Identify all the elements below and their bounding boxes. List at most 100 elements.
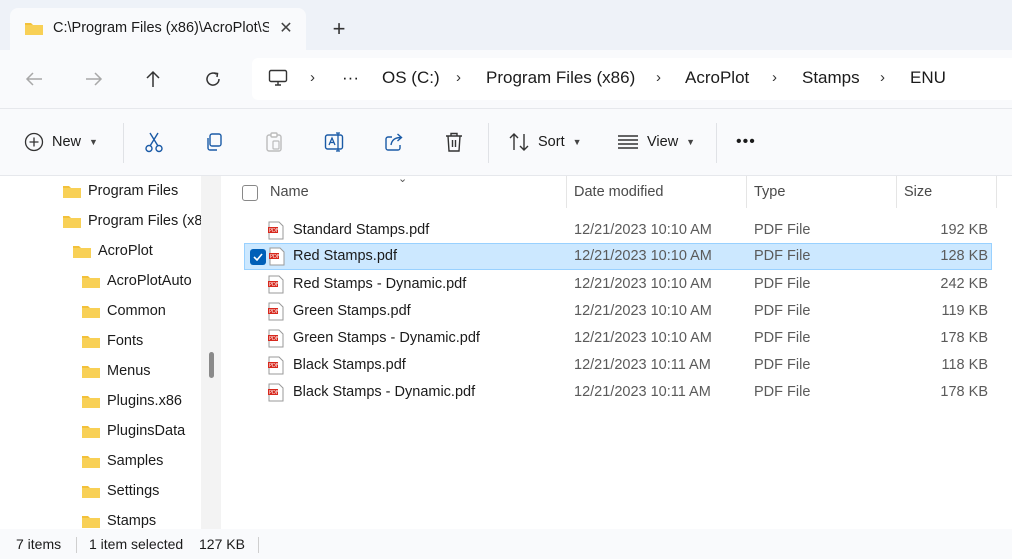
- folder-icon: [82, 396, 100, 408]
- file-size: 242 KB: [940, 276, 988, 292]
- file-row[interactable]: PDF Standard Stamps.pdf 12/21/2023 10:10…: [244, 217, 992, 244]
- pdf-file-icon: PDF: [268, 383, 284, 402]
- paste-button[interactable]: [264, 126, 284, 158]
- tree-item-samples[interactable]: Samples: [81, 446, 163, 476]
- column-divider[interactable]: [896, 176, 897, 208]
- item-count: 7 items: [16, 536, 62, 552]
- column-divider[interactable]: [996, 176, 997, 208]
- share-button[interactable]: [384, 126, 404, 158]
- share-icon: [385, 133, 403, 151]
- chevron-right-icon[interactable]: ›: [656, 69, 661, 86]
- file-name: Green Stamps.pdf: [293, 303, 411, 319]
- view-list-icon: [618, 135, 638, 149]
- column-header-name[interactable]: Name: [270, 176, 309, 208]
- breadcrumb-more[interactable]: ···: [342, 68, 359, 88]
- chevron-down-icon: ▼: [686, 137, 696, 147]
- folder-icon: [82, 306, 100, 318]
- file-row[interactable]: PDF Black Stamps.pdf 12/21/2023 10:11 AM…: [244, 352, 992, 379]
- copy-button[interactable]: [204, 126, 224, 158]
- delete-button[interactable]: [444, 126, 464, 158]
- select-all-checkbox[interactable]: [242, 185, 258, 201]
- tree-item-plugins-x86[interactable]: Plugins.x86: [81, 386, 182, 416]
- new-tab-button[interactable]: +: [326, 16, 352, 42]
- chevron-down-icon: ▼: [572, 137, 582, 147]
- tree-item-acroplot[interactable]: AcroPlot: [72, 236, 153, 266]
- tree-item-label: Samples: [107, 453, 164, 469]
- tree-scrollbar-thumb[interactable]: [209, 352, 214, 378]
- up-button[interactable]: [137, 63, 169, 95]
- address-bar[interactable]: › ··· OS (C:) › Program Files (x86) › Ac…: [252, 58, 1012, 100]
- close-tab-icon[interactable]: ✕: [274, 16, 298, 40]
- tree-item-program-files[interactable]: Program Files: [62, 176, 178, 206]
- tree-item-program-files-x86[interactable]: Program Files (x86): [62, 206, 215, 236]
- pdf-file-icon: PDF: [268, 275, 284, 294]
- file-name: Black Stamps - Dynamic.pdf: [293, 384, 476, 400]
- file-row[interactable]: PDF Green Stamps - Dynamic.pdf 12/21/202…: [244, 325, 992, 352]
- breadcrumb-acroplot[interactable]: AcroPlot: [685, 68, 749, 88]
- chevron-right-icon[interactable]: ›: [456, 69, 461, 86]
- tree-item-common[interactable]: Common: [81, 296, 166, 326]
- tree-item-label: PluginsData: [107, 423, 186, 439]
- file-size: 192 KB: [940, 222, 988, 238]
- row-checkbox[interactable]: [250, 249, 266, 265]
- this-pc-icon[interactable]: [268, 69, 288, 91]
- copy-icon: [207, 133, 222, 151]
- svg-text:PDF: PDF: [269, 282, 279, 288]
- column-header-size[interactable]: Size: [904, 176, 932, 208]
- tree-item-label: Stamps: [107, 513, 157, 529]
- plus-circle-icon: [24, 132, 44, 152]
- file-row-selected[interactable]: PDF Red Stamps.pdf 12/21/2023 10:10 AM P…: [244, 243, 992, 270]
- file-row[interactable]: PDF Green Stamps.pdf 12/21/2023 10:10 AM…: [244, 298, 992, 325]
- tree-item-label: Program Files (x86): [88, 213, 216, 229]
- chevron-right-icon[interactable]: ›: [772, 69, 777, 86]
- breadcrumb-program-files-x86[interactable]: Program Files (x86): [486, 68, 635, 88]
- file-size: 178 KB: [940, 384, 988, 400]
- file-row[interactable]: PDF Black Stamps - Dynamic.pdf 12/21/202…: [244, 379, 992, 406]
- refresh-icon: [206, 72, 220, 86]
- view-button[interactable]: View ▼: [617, 126, 695, 158]
- forward-button[interactable]: [78, 63, 110, 95]
- folder-icon: [63, 216, 81, 228]
- cut-button[interactable]: [144, 126, 164, 158]
- divider: [716, 123, 717, 163]
- column-divider[interactable]: [746, 176, 747, 208]
- column-divider[interactable]: [566, 176, 567, 208]
- file-type: PDF File: [754, 222, 811, 238]
- tree-item-stamps[interactable]: Stamps: [81, 506, 156, 529]
- pdf-file-icon: PDF: [268, 221, 284, 240]
- divider: [488, 123, 489, 163]
- file-size: 119 KB: [941, 303, 989, 319]
- tree-item-acroplotauto[interactable]: AcroPlotAuto: [81, 266, 192, 296]
- tree-item-menus[interactable]: Menus: [81, 356, 151, 386]
- back-button[interactable]: [18, 63, 50, 95]
- file-size: 128 KB: [940, 248, 988, 264]
- new-button[interactable]: New ▼: [24, 126, 98, 158]
- file-date: 12/21/2023 10:11 AM: [574, 357, 711, 373]
- column-header-type[interactable]: Type: [754, 176, 785, 208]
- more-options-button[interactable]: •••: [736, 126, 756, 158]
- svg-text:PDF: PDF: [269, 390, 279, 396]
- rename-button[interactable]: [324, 126, 346, 158]
- sort-button[interactable]: Sort ▼: [508, 126, 582, 158]
- chevron-right-icon[interactable]: ›: [880, 69, 885, 86]
- pdf-file-icon: PDF: [268, 302, 284, 321]
- breadcrumb-enu[interactable]: ENU: [910, 68, 946, 88]
- file-list: ⌄ Name Date modified Type Size PDF Stand…: [222, 173, 1012, 529]
- tree-item-pluginsdata[interactable]: PluginsData: [81, 416, 185, 446]
- refresh-button[interactable]: [197, 63, 229, 95]
- tree-item-fonts[interactable]: Fonts: [81, 326, 143, 356]
- folder-icon: [82, 516, 100, 528]
- breadcrumb-stamps[interactable]: Stamps: [802, 68, 860, 88]
- file-size: 118 KB: [941, 357, 989, 373]
- arrow-up-icon: [146, 70, 160, 87]
- file-row[interactable]: PDF Red Stamps - Dynamic.pdf 12/21/2023 …: [244, 271, 992, 298]
- tab-current-folder[interactable]: C:\Program Files (x86)\AcroPlot\Stamps\E…: [10, 8, 306, 50]
- column-header-date-modified[interactable]: Date modified: [574, 176, 663, 208]
- command-bar: New ▼ Sort ▼ View ▼ •••: [0, 108, 1012, 176]
- tree-item-label: AcroPlot: [98, 243, 153, 259]
- selection-size: 127 KB: [199, 536, 245, 552]
- folder-icon: [82, 486, 100, 498]
- tree-item-settings[interactable]: Settings: [81, 476, 159, 506]
- breadcrumb-os-c[interactable]: OS (C:): [382, 68, 440, 88]
- pdf-file-icon: PDF: [268, 329, 284, 348]
